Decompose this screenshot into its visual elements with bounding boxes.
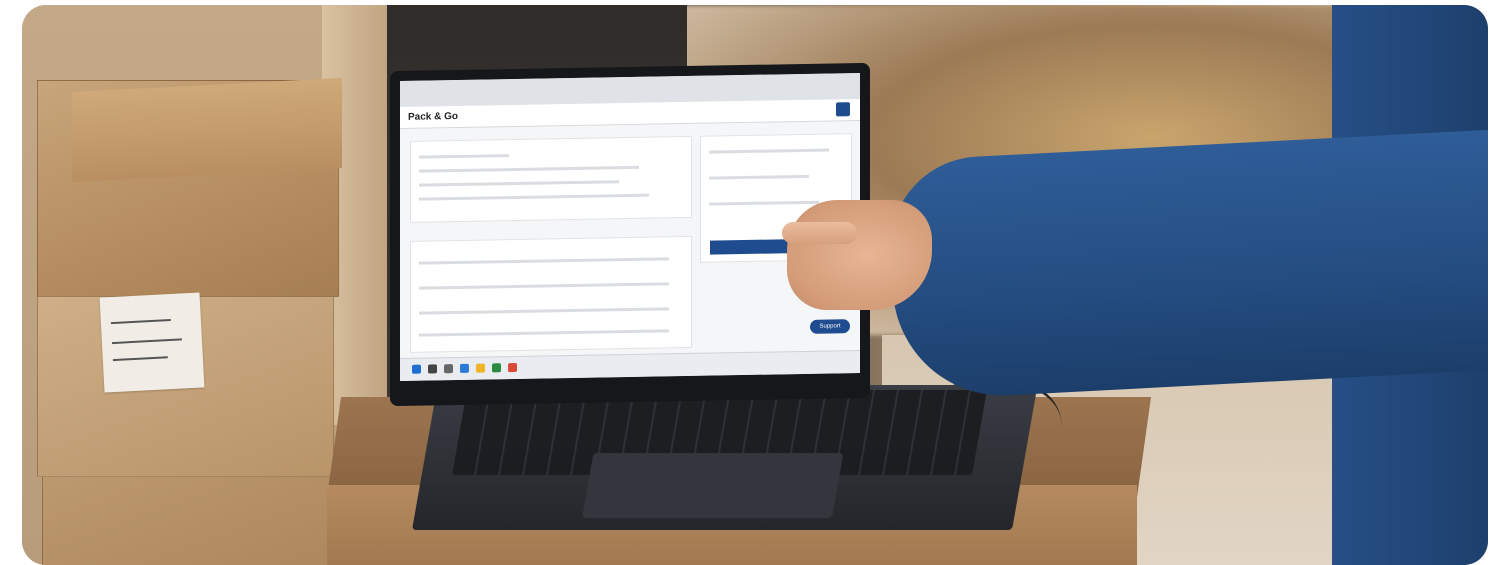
- taskview-icon: [444, 364, 453, 374]
- taskbar: [400, 349, 860, 382]
- label-line: [110, 318, 171, 325]
- text-line: [419, 193, 649, 201]
- label-line: [112, 356, 168, 362]
- app-title: Pack & Go: [408, 111, 459, 123]
- search-icon: [428, 364, 437, 374]
- windows-icon: [412, 364, 421, 374]
- support-button: Support: [810, 319, 850, 334]
- edge-icon: [460, 363, 469, 373]
- text-line: [419, 180, 619, 187]
- text-line: [709, 148, 829, 154]
- pointing-finger: [782, 222, 857, 244]
- table-row: [419, 307, 669, 315]
- label-line: [111, 338, 182, 345]
- shipping-label: [99, 292, 205, 393]
- chrome-icon: [508, 362, 517, 373]
- text-line: [709, 200, 819, 206]
- table-row: [419, 329, 669, 337]
- table-row: [419, 282, 669, 290]
- folder-icon: [476, 363, 485, 373]
- text-line: [709, 174, 809, 180]
- search-icon: [836, 102, 850, 117]
- items-table-panel: [410, 235, 692, 353]
- photo: Pack & Go Support: [22, 5, 1488, 565]
- table-row: [419, 257, 669, 265]
- person-arm-sleeve: [886, 128, 1488, 402]
- text-line: [419, 165, 639, 173]
- cardboard-box-flap: [72, 77, 342, 183]
- text-line: [419, 154, 509, 159]
- laptop-trackpad: [582, 453, 844, 518]
- excel-icon: [492, 363, 501, 373]
- order-details-panel: [410, 135, 692, 223]
- person-hand: [787, 200, 932, 310]
